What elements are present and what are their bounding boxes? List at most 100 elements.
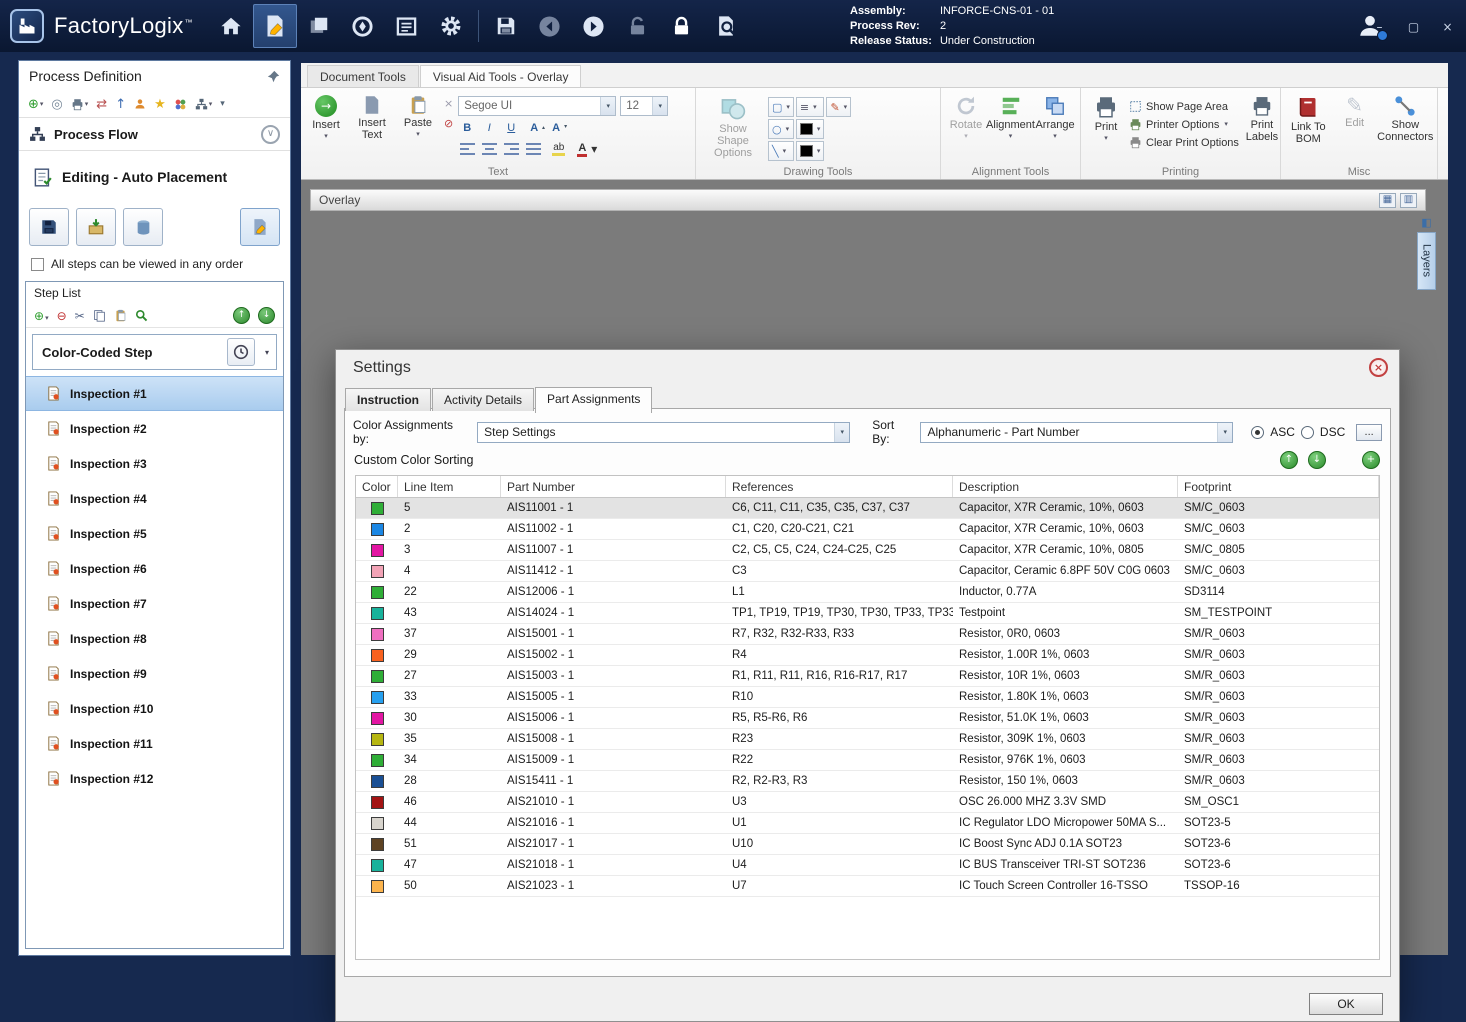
color-assignments-select[interactable]: Step Settings	[477, 421, 851, 443]
panel-view-icon[interactable]	[1400, 192, 1417, 208]
asc-radio[interactable]	[1251, 425, 1265, 439]
underline-button[interactable]: U	[502, 119, 520, 137]
print-labels-button[interactable]: Print Labels	[1241, 91, 1283, 163]
ok-button[interactable]: OK	[1309, 993, 1383, 1015]
search-step-button[interactable]	[135, 309, 148, 322]
order-checkbox[interactable]	[31, 257, 44, 271]
paste-button[interactable]	[114, 309, 127, 322]
grid-view-icon[interactable]	[1379, 192, 1396, 208]
save-step-button[interactable]	[29, 208, 69, 246]
table-row[interactable]: 51 AIS21017 - 1 U10 IC Boost Sync ADJ 0.…	[356, 834, 1379, 855]
link-to-bom-button[interactable]: Link To BOM	[1285, 91, 1332, 163]
show-page-area-button[interactable]: Show Page Area	[1129, 100, 1239, 113]
dialog-tab[interactable]: Instruction	[345, 388, 431, 411]
dialog-tab[interactable]: Activity Details	[432, 388, 535, 411]
step-list-item[interactable]: Inspection #12	[26, 761, 283, 796]
dialog-close-button[interactable]	[1369, 358, 1388, 377]
align-right-button[interactable]	[502, 140, 520, 158]
window-minimize-button[interactable]	[1373, 20, 1386, 34]
line-color-picker[interactable]	[795, 141, 825, 161]
remove-format-icon[interactable]	[444, 118, 453, 129]
dsc-radio[interactable]	[1300, 425, 1314, 439]
step-list-item[interactable]: Inspection #3	[26, 446, 283, 481]
line-style-picker[interactable]	[795, 97, 825, 117]
save-button[interactable]	[484, 4, 528, 48]
favorites-button[interactable]	[154, 98, 166, 111]
step-list-item[interactable]: Inspection #8	[26, 621, 283, 656]
tree-view-button[interactable]	[195, 98, 213, 111]
delete-text-icon[interactable]	[444, 98, 453, 109]
print-button[interactable]	[71, 98, 89, 111]
table-row[interactable]: 50 AIS21023 - 1 U7 IC Touch Screen Contr…	[356, 876, 1379, 897]
table-row[interactable]: 43 AIS14024 - 1 TP1, TP19, TP19, TP30, T…	[356, 603, 1379, 624]
edit-button[interactable]: Edit	[1334, 91, 1376, 163]
show-shape-options-button[interactable]: Show Shape Options	[700, 91, 766, 163]
settings-button[interactable]	[429, 4, 473, 48]
alignment-button[interactable]: Alignment	[986, 91, 1035, 163]
upload-button[interactable]	[115, 98, 126, 111]
table-row[interactable]: 2 AIS11002 - 1 C1, C20, C20-C21, C21 Cap…	[356, 519, 1379, 540]
colors-button[interactable]	[174, 98, 187, 111]
table-row[interactable]: 35 AIS15008 - 1 R23 Resistor, 309K 1%, 0…	[356, 729, 1379, 750]
paste-button[interactable]: Paste	[397, 91, 439, 163]
import-button[interactable]	[76, 208, 116, 246]
add-step-button[interactable]	[34, 309, 49, 323]
documents-button[interactable]	[385, 4, 429, 48]
table-row[interactable]: 30 AIS15006 - 1 R5, R5-R6, R6 Resistor, …	[356, 708, 1379, 729]
cut-button[interactable]	[75, 309, 85, 323]
table-row[interactable]: 3 AIS11007 - 1 C2, C5, C5, C24, C24-C25,…	[356, 540, 1379, 561]
table-header-cell[interactable]: References	[726, 476, 953, 497]
database-button[interactable]	[123, 208, 163, 246]
font-color-dropdown[interactable]	[591, 143, 597, 155]
dialog-tab[interactable]: Part Assignments	[535, 387, 653, 413]
layers-tab[interactable]: Layers	[1417, 232, 1436, 290]
line-tool[interactable]	[768, 141, 794, 161]
table-header-cell[interactable]: Part Number	[501, 476, 726, 497]
shrink-font-button[interactable]: A	[552, 122, 560, 134]
table-row[interactable]: 22 AIS12006 - 1 L1 Inductor, 0.77A SD311…	[356, 582, 1379, 603]
remove-step-button[interactable]	[57, 309, 67, 323]
navigator-button[interactable]	[341, 4, 385, 48]
table-row[interactable]: 33 AIS15005 - 1 R10 Resistor, 1.80K 1%, …	[356, 687, 1379, 708]
more-options-button[interactable]: ...	[1356, 423, 1382, 441]
rotate-button[interactable]: Rotate	[945, 91, 987, 163]
back-button[interactable]	[528, 4, 572, 48]
print-button[interactable]: Print	[1085, 91, 1127, 163]
window-close-button[interactable]	[1441, 20, 1454, 34]
step-list-item[interactable]: Inspection #11	[26, 726, 283, 761]
table-header-cell[interactable]: Footprint	[1178, 476, 1379, 497]
pin-icon[interactable]	[267, 70, 280, 83]
dock-panel-icon[interactable]	[1417, 214, 1436, 230]
add-color-button[interactable]	[1362, 451, 1380, 469]
table-row[interactable]: 5 AIS11001 - 1 C6, C11, C11, C35, C35, C…	[356, 498, 1379, 519]
table-row[interactable]: 37 AIS15001 - 1 R7, R32, R32-R33, R33 Re…	[356, 624, 1379, 645]
align-left-button[interactable]	[458, 140, 476, 158]
sort-by-select[interactable]: Alphanumeric - Part Number	[920, 421, 1234, 443]
copy-button[interactable]	[93, 309, 106, 322]
font-color-button[interactable]: A	[577, 142, 588, 157]
insert-button[interactable]: Insert	[305, 91, 347, 163]
insert-text-button[interactable]: Insert Text	[349, 91, 395, 163]
step-type-selector[interactable]: Color-Coded Step	[32, 334, 277, 370]
show-connectors-button[interactable]: Show Connectors	[1377, 91, 1433, 163]
rectangle-tool[interactable]	[768, 97, 794, 117]
highlight-button[interactable]: ab	[552, 142, 566, 156]
bold-button[interactable]: B	[458, 119, 476, 137]
ellipse-tool[interactable]	[768, 119, 794, 139]
lock-button[interactable]	[660, 4, 704, 48]
step-list-item[interactable]: Inspection #4	[26, 481, 283, 516]
table-header-cell[interactable]: Line Item	[398, 476, 501, 497]
move-row-up-button[interactable]	[1280, 451, 1298, 469]
materials-button[interactable]	[297, 4, 341, 48]
ribbon-tab[interactable]: Document Tools	[307, 65, 419, 87]
table-header-cell[interactable]: Color	[356, 476, 398, 497]
assign-user-button[interactable]	[134, 98, 146, 110]
link-icon[interactable]	[51, 98, 62, 111]
edit-layout-button[interactable]	[240, 208, 280, 246]
pen-color-picker[interactable]	[826, 97, 852, 117]
chevron-down-icon[interactable]	[258, 348, 276, 357]
add-button[interactable]	[28, 98, 43, 111]
forward-button[interactable]	[572, 4, 616, 48]
move-step-down-button[interactable]	[258, 307, 275, 324]
step-list-item[interactable]: Inspection #2	[26, 411, 283, 446]
